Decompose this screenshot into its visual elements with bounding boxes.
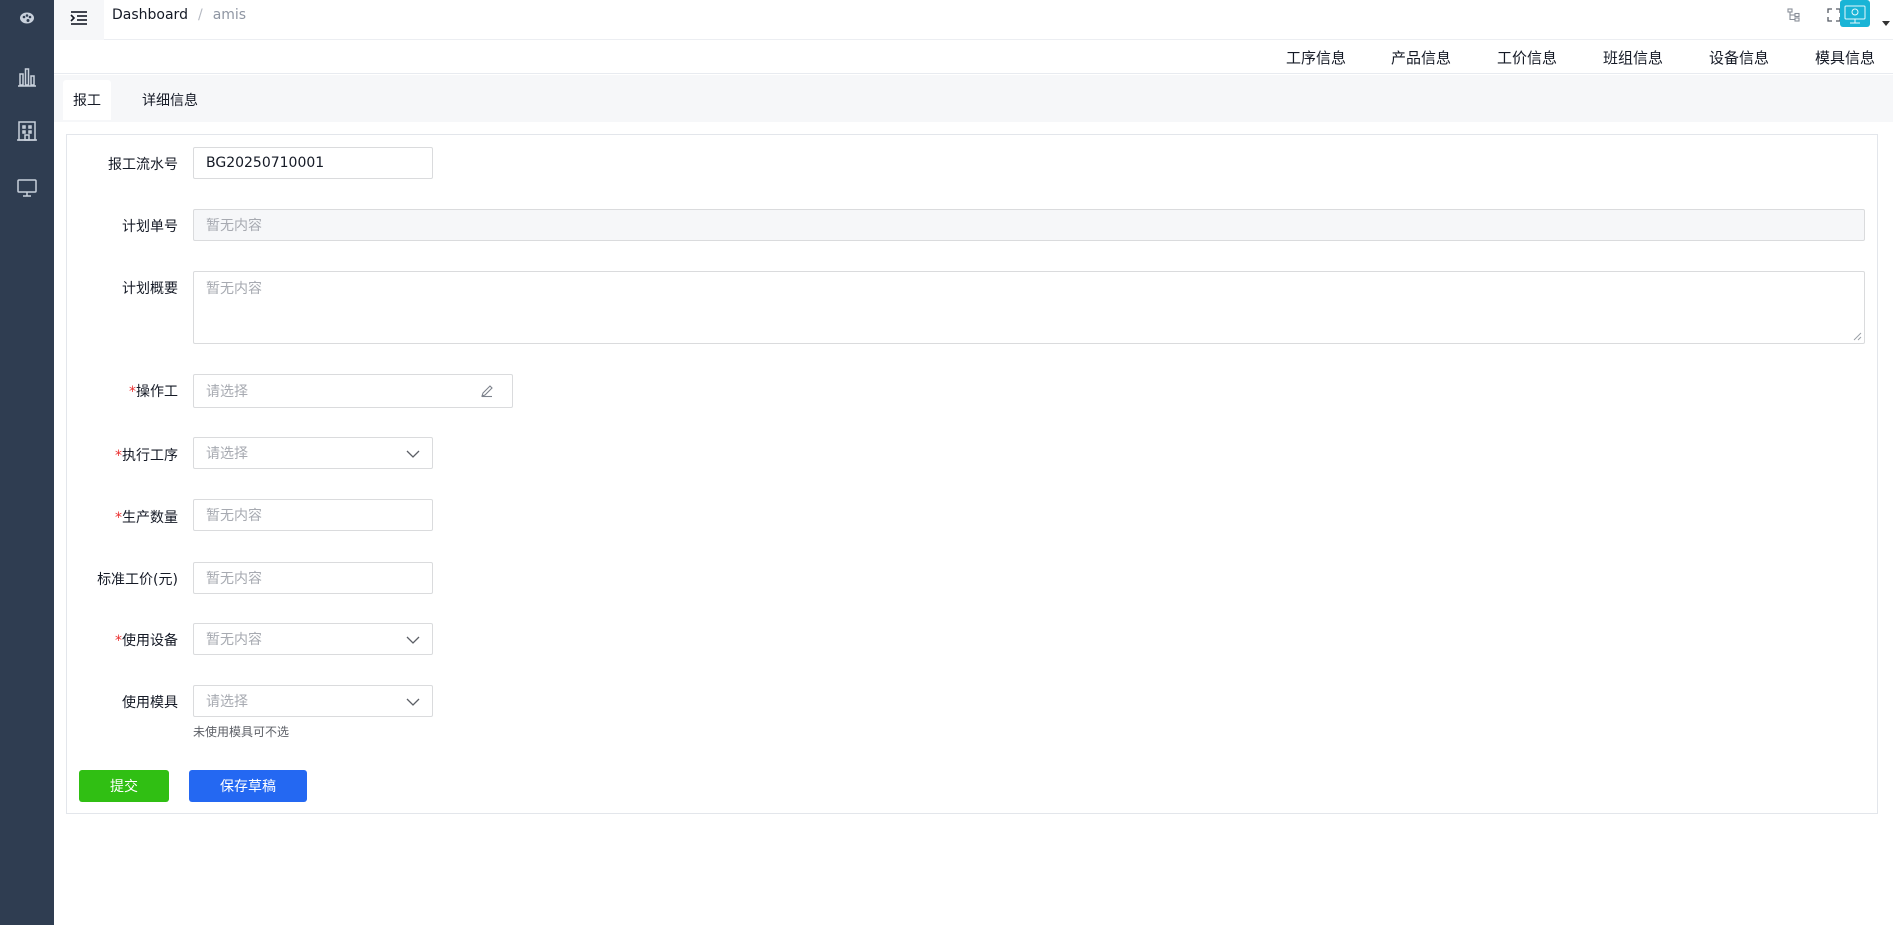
resize-grip-icon[interactable] [1853, 332, 1862, 341]
plan-summary-textarea[interactable]: 暂无内容 [193, 271, 1865, 344]
nav-product-info[interactable]: 产品信息 [1391, 47, 1451, 68]
quantity-label: *生产数量 [115, 510, 178, 526]
plan-no-placeholder: 暂无内容 [206, 218, 262, 234]
sidebar-item-chart[interactable] [0, 57, 54, 97]
nav-process-info[interactable]: 工序信息 [1286, 47, 1346, 68]
plan-summary-label: 计划概要 [122, 281, 178, 297]
pencil-icon[interactable] [480, 384, 494, 398]
mold-select[interactable]: 请选择 [193, 685, 433, 717]
plan-no-input[interactable]: 暂无内容 [193, 209, 1865, 241]
nav-price-info[interactable]: 工价信息 [1497, 47, 1557, 68]
breadcrumb-home-link[interactable]: Dashboard [112, 7, 188, 23]
breadcrumb-separator: / [197, 7, 203, 23]
required-mark: * [115, 510, 122, 526]
palette-icon[interactable] [0, 6, 54, 30]
operator-picker[interactable]: 请选择 [193, 374, 513, 408]
save-draft-button[interactable]: 保存草稿 [189, 770, 307, 802]
sidebar-item-monitor[interactable] [0, 168, 54, 208]
plan-summary-placeholder: 暂无内容 [206, 281, 262, 297]
report-no-label: 报工流水号 [108, 157, 178, 173]
info-nav: 工序信息 产品信息 工价信息 班组信息 设备信息 模具信息 [54, 40, 1893, 74]
menu-indent-icon [70, 10, 88, 30]
process-select[interactable]: 请选择 [193, 437, 433, 469]
sidebar [0, 0, 54, 925]
required-mark: * [129, 384, 136, 400]
plan-no-label: 计划单号 [122, 219, 178, 235]
process-placeholder: 请选择 [206, 446, 248, 462]
equipment-select[interactable]: 暂无内容 [193, 623, 433, 655]
operator-label: *操作工 [129, 384, 178, 400]
sidebar-toggle-button[interactable] [54, 0, 104, 40]
std-price-input[interactable]: 暂无内容 [193, 562, 433, 594]
required-mark: * [115, 448, 122, 464]
top-header: Dashboard / amis [54, 0, 1893, 40]
submit-button[interactable]: 提交 [79, 770, 169, 802]
equipment-label: *使用设备 [115, 633, 178, 649]
bar-chart-icon [16, 66, 38, 88]
quantity-placeholder: 暂无内容 [206, 508, 262, 524]
chevron-down-icon [406, 450, 420, 458]
std-price-label: 标准工价(元) [97, 572, 178, 588]
chevron-down-icon [406, 698, 420, 706]
tab-details[interactable]: 详细信息 [132, 80, 208, 120]
breadcrumb: Dashboard / amis [112, 0, 246, 30]
avatar-icon[interactable] [1840, 0, 1870, 27]
nav-mold-info[interactable]: 模具信息 [1815, 47, 1875, 68]
building-icon [16, 120, 38, 142]
sidebar-item-building[interactable] [0, 111, 54, 151]
mold-hint: 未使用模具可不选 [193, 725, 290, 739]
breadcrumb-current: amis [212, 7, 247, 23]
mold-label: 使用模具 [122, 695, 178, 711]
process-label: *执行工序 [115, 448, 178, 464]
required-mark: * [115, 633, 122, 649]
equipment-placeholder: 暂无内容 [206, 632, 262, 648]
nav-equipment-info[interactable]: 设备信息 [1709, 47, 1769, 68]
report-no-value: BG20250710001 [206, 155, 325, 171]
report-form-panel: 报工流水号 BG20250710001 计划单号 暂无内容 计划概要 暂无内容 … [66, 134, 1878, 814]
monitor-icon [16, 177, 38, 199]
std-price-placeholder: 暂无内容 [206, 571, 262, 587]
report-no-input[interactable]: BG20250710001 [193, 147, 433, 179]
tab-report[interactable]: 报工 [63, 80, 111, 120]
chevron-down-icon [406, 636, 420, 644]
sitemap-icon[interactable] [1783, 4, 1805, 26]
chevron-down-icon[interactable] [1882, 21, 1890, 26]
mold-placeholder: 请选择 [206, 694, 248, 710]
nav-team-info[interactable]: 班组信息 [1603, 47, 1663, 68]
operator-placeholder: 请选择 [206, 384, 248, 400]
tab-strip: 报工 详细信息 [54, 75, 1893, 122]
quantity-input[interactable]: 暂无内容 [193, 499, 433, 531]
